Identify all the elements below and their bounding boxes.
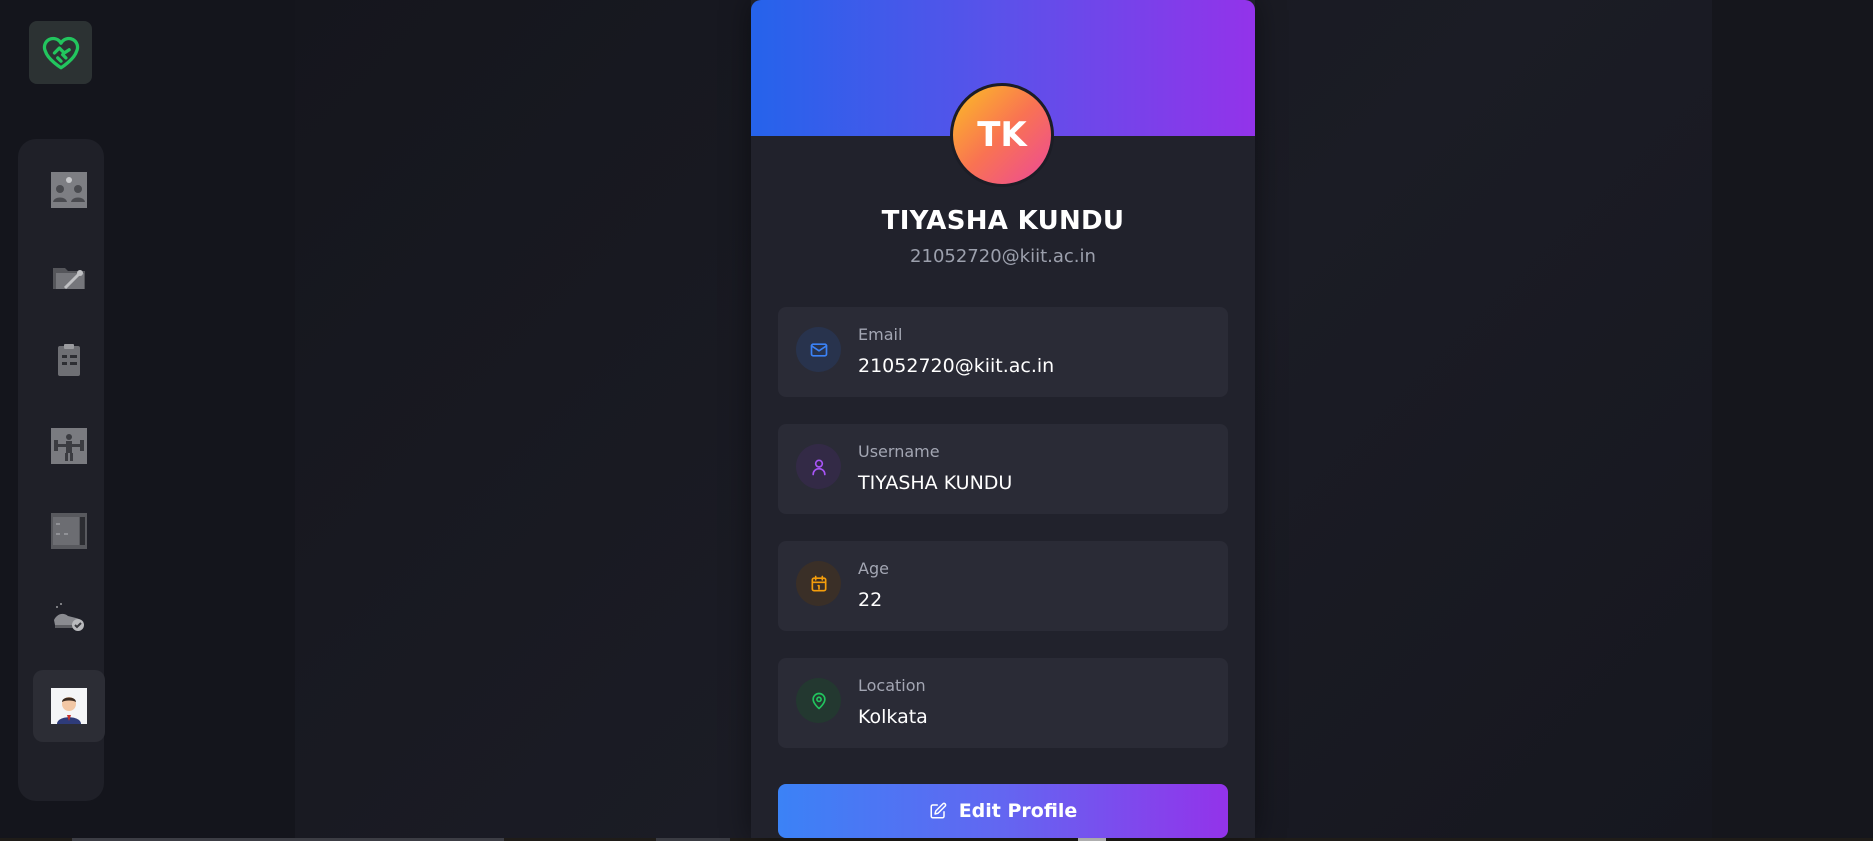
right-background (1712, 0, 1873, 838)
edit-profile-button[interactable]: Edit Profile (778, 784, 1228, 838)
calendar-icon (811, 575, 826, 591)
folder-tools-icon (53, 268, 85, 290)
profile-card: TK TIYASHA KUNDU 21052720@kiit.ac.in Ema… (751, 0, 1255, 838)
sidebar-item-group-meeting[interactable] (33, 154, 105, 226)
fitness-icon (51, 428, 87, 464)
location-label: Location (858, 676, 926, 695)
heart-handshake-icon (42, 36, 79, 69)
sidebar-item-shoe[interactable] (33, 580, 105, 652)
sidebar (18, 139, 105, 801)
dashboard-panel-icon (51, 513, 87, 549)
user-profile-icon (51, 688, 87, 724)
shoe-icon (54, 603, 84, 631)
group-meeting-icon (51, 172, 87, 208)
location-value: Kolkata (858, 706, 928, 728)
email-label: Email (858, 325, 903, 344)
user-icon (811, 459, 826, 475)
sidebar-item-dashboard[interactable] (33, 495, 105, 567)
mail-icon (810, 342, 827, 357)
sidebar-item-clipboard[interactable] (33, 324, 105, 396)
app-logo-button[interactable] (29, 21, 92, 84)
location-icon-badge (796, 678, 841, 723)
age-icon-badge (796, 561, 841, 606)
username-label: Username (858, 442, 940, 461)
username-value: TIYASHA KUNDU (858, 472, 1013, 494)
age-value: 22 (858, 589, 883, 611)
age-info-box: Age 22 (778, 541, 1228, 631)
profile-email-subtitle: 21052720@kiit.ac.in (910, 246, 1096, 267)
age-label: Age (858, 559, 889, 578)
sidebar-item-profile[interactable] (33, 670, 105, 742)
avatar: TK (950, 83, 1054, 187)
email-info-box: Email 21052720@kiit.ac.in (778, 307, 1228, 397)
sidebar-item-folder-tools[interactable] (33, 240, 105, 312)
edit-pencil-icon (930, 802, 946, 819)
map-pin-icon (811, 692, 826, 709)
username-info-box: Username TIYASHA KUNDU (778, 424, 1228, 514)
profile-name: TIYASHA KUNDU (881, 206, 1125, 236)
username-icon-badge (796, 444, 841, 489)
email-icon-badge (796, 327, 841, 372)
sidebar-item-fitness[interactable] (33, 410, 105, 482)
clipboard-checklist-icon (58, 344, 80, 376)
edit-profile-label: Edit Profile (958, 800, 1078, 822)
email-value: 21052720@kiit.ac.in (858, 355, 1055, 377)
location-info-box: Location Kolkata (778, 658, 1228, 748)
